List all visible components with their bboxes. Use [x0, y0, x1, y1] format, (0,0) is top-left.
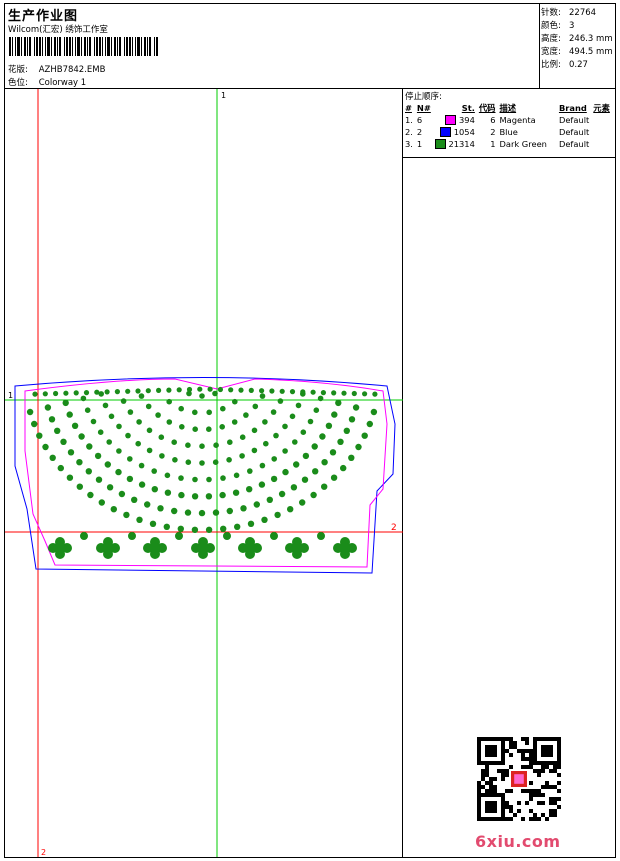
row-desc: Dark Green [499, 139, 547, 149]
row-n: 6 [416, 115, 423, 125]
colorway-value: Colorway 1 [38, 78, 87, 88]
stat-label: 宽度: [541, 47, 561, 57]
flower-motif [191, 537, 215, 559]
company-name: Wilcom(汇宏) 绣饰工作室 [8, 25, 108, 35]
marker-h1: 1 [8, 391, 13, 400]
watermark-logo: 6xiu.com [475, 832, 561, 851]
row-index: 2. [405, 127, 413, 137]
barcode [9, 37, 158, 56]
flower-motif [143, 537, 167, 559]
stat-scale: 比例: 0.27 [541, 58, 588, 70]
stat-width: 宽度: 494.5 mm [541, 45, 613, 57]
row-desc: Blue [499, 127, 518, 137]
row-element [591, 138, 612, 150]
qr-code [477, 737, 561, 821]
color-swatch [440, 127, 452, 138]
colorway-label: 色位: [8, 78, 28, 88]
row-brand: Default [558, 115, 590, 125]
stat-label: 比例: [541, 60, 561, 70]
row-n: 2 [416, 127, 423, 137]
stat-value: 494.5 mm [569, 47, 613, 57]
design-canvas: 1 1 2 2 [5, 89, 403, 857]
thread-table-wrap: # N# St. 代码 描述 Brand 元素 1. 6 394 6 Magen… [403, 102, 615, 158]
color-swatch [445, 115, 457, 126]
stat-value: 0.27 [569, 60, 588, 70]
stat-label: 颜色: [541, 21, 561, 31]
pattern-value: AZHB7842.EMB [38, 65, 106, 75]
flower-motif [285, 537, 309, 559]
pattern-row: 花版: AZHB7842.EMB [8, 63, 105, 75]
header-info: 生产作业图 Wilcom(汇宏) 绣饰工作室 花版: AZHB7842.EMB … [5, 4, 540, 89]
row-code: 1 [490, 139, 496, 149]
row-code: 6 [490, 115, 496, 125]
thread-table: # N# St. 代码 描述 Brand 元素 1. 6 394 6 Magen… [403, 102, 612, 150]
stat-colors: 颜色: 3 [541, 19, 574, 31]
col-index: # [405, 103, 412, 113]
col-brand: Brand [558, 103, 587, 113]
table-row: 1. 6 394 6 Magenta Default [403, 114, 612, 126]
row-index: 3. [405, 139, 413, 149]
stat-label: 针数: [541, 8, 561, 18]
stat-stitches: 针数: 22764 [541, 6, 596, 18]
row-brand: Default [558, 127, 590, 137]
row-stitches: 21314 [448, 138, 475, 149]
production-sheet: 生产作业图 Wilcom(汇宏) 绣饰工作室 花版: AZHB7842.EMB … [4, 3, 616, 858]
table-row: 2. 2 1054 2 Blue Default [403, 126, 612, 138]
flower-row [48, 532, 357, 559]
row-code: 2 [490, 127, 496, 137]
col-stitches: St. [461, 103, 475, 113]
colorway-row: 色位: Colorway 1 [8, 76, 86, 88]
table-row: 3. 1 21314 1 Dark Green Default [403, 138, 612, 150]
marker-v2: 2 [41, 848, 46, 857]
flower-motif [333, 537, 357, 559]
row-n: 1 [416, 139, 423, 149]
stop-sequence-panel: 停止顺序: # N# St. 代码 描述 Brand 元素 1. 6 394 6 [403, 89, 615, 857]
stat-value: 22764 [569, 8, 597, 18]
row-element [591, 114, 612, 126]
table-header-row: # N# St. 代码 描述 Brand 元素 [403, 102, 612, 114]
stop-sequence-title: 停止顺序: [405, 92, 442, 102]
row-desc: Magenta [499, 115, 536, 125]
stat-label: 高度: [541, 34, 561, 44]
stats-box: 针数: 22764 颜色: 3 高度: 246.3 mm 宽度: 494.5 mm 比例… [540, 4, 615, 89]
row-stitches: 394 [459, 114, 475, 125]
row-element [591, 126, 612, 138]
col-n: N# [416, 103, 431, 113]
color-swatch [434, 139, 446, 150]
col-code: 代码 [478, 103, 496, 113]
flower-motif [238, 537, 262, 559]
embroidery-preview: 1 1 2 2 [5, 89, 403, 857]
col-element: 元素 [593, 103, 610, 113]
row-brand: Default [558, 139, 590, 149]
row-index: 1. [405, 115, 413, 125]
stat-height: 高度: 246.3 mm [541, 32, 613, 44]
flower-motif [96, 537, 120, 559]
marker-h2: 2 [391, 523, 397, 533]
stat-value: 246.3 mm [569, 34, 613, 44]
sheet-title: 生产作业图 [8, 9, 79, 24]
col-desc: 描述 [499, 103, 517, 113]
pattern-label: 花版: [8, 65, 28, 75]
marker-v1: 1 [221, 91, 226, 100]
stat-value: 3 [569, 21, 575, 31]
dot-pattern [26, 386, 378, 533]
row-stitches: 1054 [453, 126, 475, 137]
